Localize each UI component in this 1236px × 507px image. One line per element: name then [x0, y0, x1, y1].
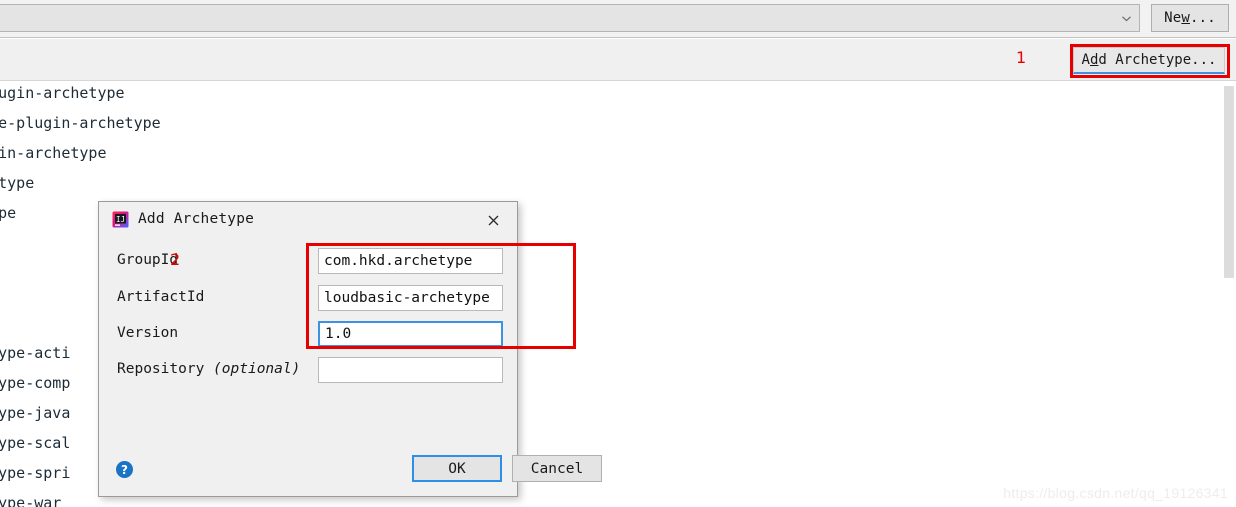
list-item[interactable]: chetype-acti: [0, 344, 70, 362]
add-archetype-label-prefix: A: [1081, 52, 1090, 68]
groupid-input[interactable]: [318, 248, 503, 274]
dialog-titlebar: IJ Add Archetype: [99, 202, 517, 238]
field-row-version: Version: [99, 321, 517, 349]
intellij-idea-icon: IJ: [112, 211, 129, 228]
catalog-combobox[interactable]: [0, 4, 1140, 32]
list-item[interactable]: chetype-comp: [0, 374, 70, 392]
svg-text:IJ: IJ: [116, 215, 125, 224]
annotation-marker-1: 1: [1016, 48, 1027, 67]
list-item[interactable]: chetype-scal: [0, 434, 70, 452]
repository-input[interactable]: [318, 357, 503, 383]
add-archetype-button[interactable]: Add Archetype...: [1073, 47, 1225, 74]
close-icon[interactable]: [483, 210, 503, 230]
field-row-artifactid: ArtifactId: [99, 285, 517, 313]
add-archetype-label-suffix: d Archetype...: [1098, 52, 1217, 68]
list-item[interactable]: uence-plugin-archetype: [0, 114, 161, 132]
help-icon[interactable]: ?: [116, 461, 133, 478]
list-item[interactable]: chetype-spri: [0, 464, 70, 482]
field-row-groupid: GroupId: [99, 248, 517, 276]
list-item[interactable]: chetype-war: [0, 494, 61, 507]
annotation-marker-2: 2: [170, 250, 181, 269]
new-button-mnemonic: w: [1181, 10, 1190, 26]
groupid-label: GroupId: [117, 252, 179, 268]
field-row-repository: Repository (optional): [99, 357, 517, 385]
cancel-button[interactable]: Cancel: [512, 455, 602, 482]
version-label: Version: [117, 325, 179, 341]
chevron-down-icon[interactable]: [1113, 5, 1139, 31]
dialog-title: Add Archetype: [138, 211, 255, 227]
artifactid-label: ArtifactId: [117, 289, 205, 305]
archetype-toolbar-band: [0, 39, 1236, 81]
list-item[interactable]: rchetype: [0, 174, 34, 192]
new-button[interactable]: Ne w...: [1151, 4, 1229, 32]
vertical-scrollbar-thumb[interactable]: [1224, 86, 1234, 278]
repository-label-optional: (optional): [213, 361, 301, 377]
new-button-label-suffix: ...: [1190, 10, 1216, 26]
list-item[interactable]: chetype-java: [0, 404, 70, 422]
repository-label: Repository (optional): [117, 361, 300, 377]
list-item[interactable]: plugin-archetype: [0, 144, 107, 162]
top-toolbar-row: Ne w...: [0, 0, 1236, 38]
list-item[interactable]: hetype: [0, 204, 16, 222]
repository-label-text: Repository: [117, 361, 205, 377]
new-button-label-prefix: Ne: [1164, 10, 1182, 26]
version-input[interactable]: [318, 321, 503, 347]
list-item[interactable]: o-plugin-archetype: [0, 84, 125, 102]
artifactid-input[interactable]: [318, 285, 503, 311]
ok-button[interactable]: OK: [412, 455, 502, 482]
add-archetype-dialog: IJ Add Archetype GroupId ArtifactId Vers…: [98, 201, 602, 497]
add-archetype-mnemonic: d: [1089, 52, 1099, 68]
dialog-footer-separator: [99, 443, 517, 444]
screen-root: New... 1 Add Archetype... o-plugin-arche…: [0, 0, 1236, 507]
watermark: https://blog.csdn.net/qq_19126341: [1003, 485, 1228, 501]
